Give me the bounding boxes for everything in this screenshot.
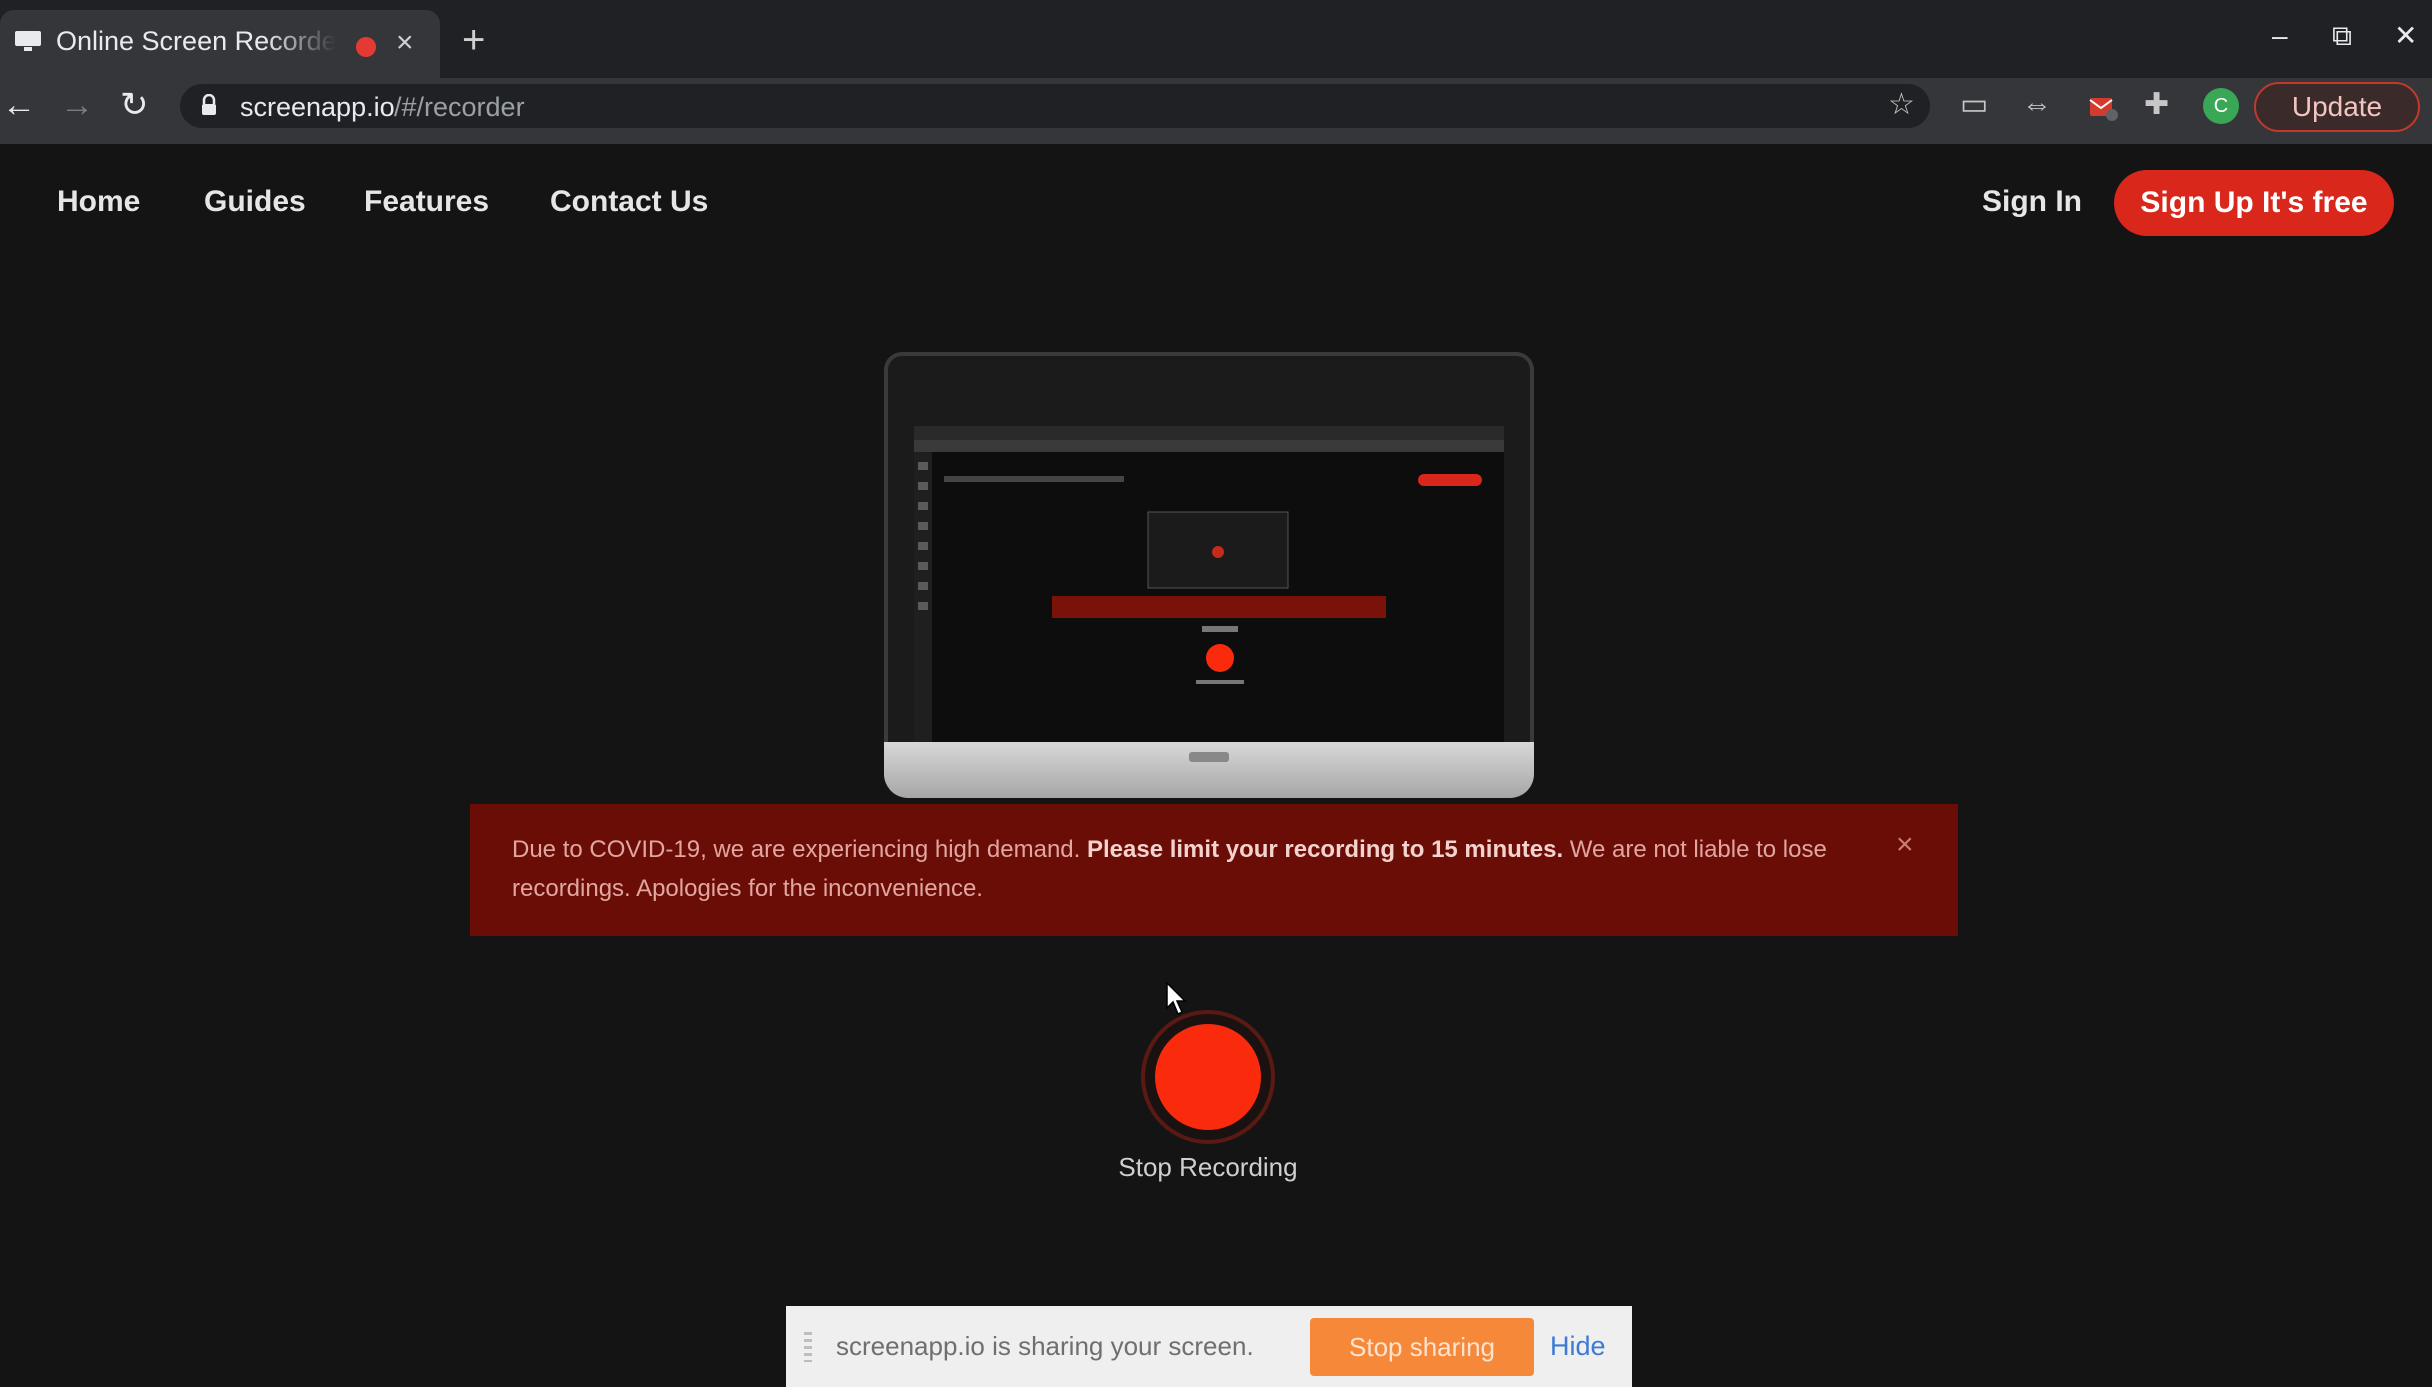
update-button[interactable]: Update xyxy=(2254,82,2420,132)
laptop-base xyxy=(884,742,1534,798)
nav-link-contact-us[interactable]: Contact Us xyxy=(550,184,708,220)
bookmark-star-icon[interactable]: ☆ xyxy=(1888,88,1915,122)
preview-screen xyxy=(914,426,1504,762)
laptop-notch xyxy=(1189,752,1229,762)
sharing-message: screenapp.io is sharing your screen. xyxy=(836,1331,1254,1361)
lock-icon xyxy=(202,94,216,115)
extensions-puzzle-icon[interactable]: ✚ xyxy=(2144,88,2169,122)
new-tab-button[interactable]: + xyxy=(462,20,485,60)
forward-icon[interactable]: → xyxy=(60,88,94,122)
browser-tab[interactable]: Online Screen Recorder × xyxy=(0,10,440,78)
back-icon[interactable]: ← xyxy=(2,88,36,122)
alert-text-intro: Due to COVID-19, we are experiencing hig… xyxy=(512,836,1087,863)
sign-in-link[interactable]: Sign In xyxy=(1982,184,2082,220)
alert-text-emphasis: Please limit your recording to 15 minute… xyxy=(1086,836,1564,863)
cast-icon[interactable]: ▭ xyxy=(1960,88,1988,122)
monitor-icon xyxy=(15,31,41,51)
drag-handle-icon[interactable] xyxy=(804,1332,812,1362)
sign-up-button[interactable]: Sign Up It's free xyxy=(2114,170,2394,236)
profile-avatar[interactable]: C xyxy=(2203,88,2239,124)
nav-link-features[interactable]: Features xyxy=(364,184,489,220)
reload-icon[interactable]: ↻ xyxy=(120,88,149,122)
gmail-extension-icon[interactable] xyxy=(2088,92,2118,122)
stop-recording-label: Stop Recording xyxy=(1118,1152,1298,1182)
preview-screen-image xyxy=(914,426,1504,762)
stop-sharing-button[interactable]: Stop sharing xyxy=(1310,1318,1534,1376)
restore-icon[interactable]: ⧉ xyxy=(2332,22,2352,50)
minimize-icon[interactable]: – xyxy=(2272,22,2288,50)
tab-title: Online Screen Recorder xyxy=(56,26,336,56)
url-path: /#/recorder xyxy=(394,92,525,122)
alert-close-icon[interactable]: × xyxy=(1896,830,1914,860)
record-indicator-icon[interactable] xyxy=(1155,1024,1261,1130)
tab-close-icon[interactable]: × xyxy=(396,28,414,58)
nav-link-guides[interactable]: Guides xyxy=(204,184,306,220)
covid-alert-banner: Due to COVID-19, we are experiencing hig… xyxy=(470,804,1958,936)
nav-link-home[interactable]: Home xyxy=(57,184,140,220)
recording-preview-laptop xyxy=(884,352,1534,804)
link-extension-icon[interactable]: ⇔ xyxy=(2022,88,2052,122)
url-host: screenapp.io xyxy=(240,92,395,122)
alert-message: Due to COVID-19, we are experiencing hig… xyxy=(512,830,1862,908)
mouse-cursor-icon xyxy=(1166,982,1187,1016)
screen-sharing-bar: screenapp.io is sharing your screen. Sto… xyxy=(786,1306,1632,1387)
close-window-icon[interactable]: ✕ xyxy=(2394,22,2417,50)
recording-indicator-icon xyxy=(356,37,376,57)
hide-link[interactable]: Hide xyxy=(1550,1330,1606,1362)
